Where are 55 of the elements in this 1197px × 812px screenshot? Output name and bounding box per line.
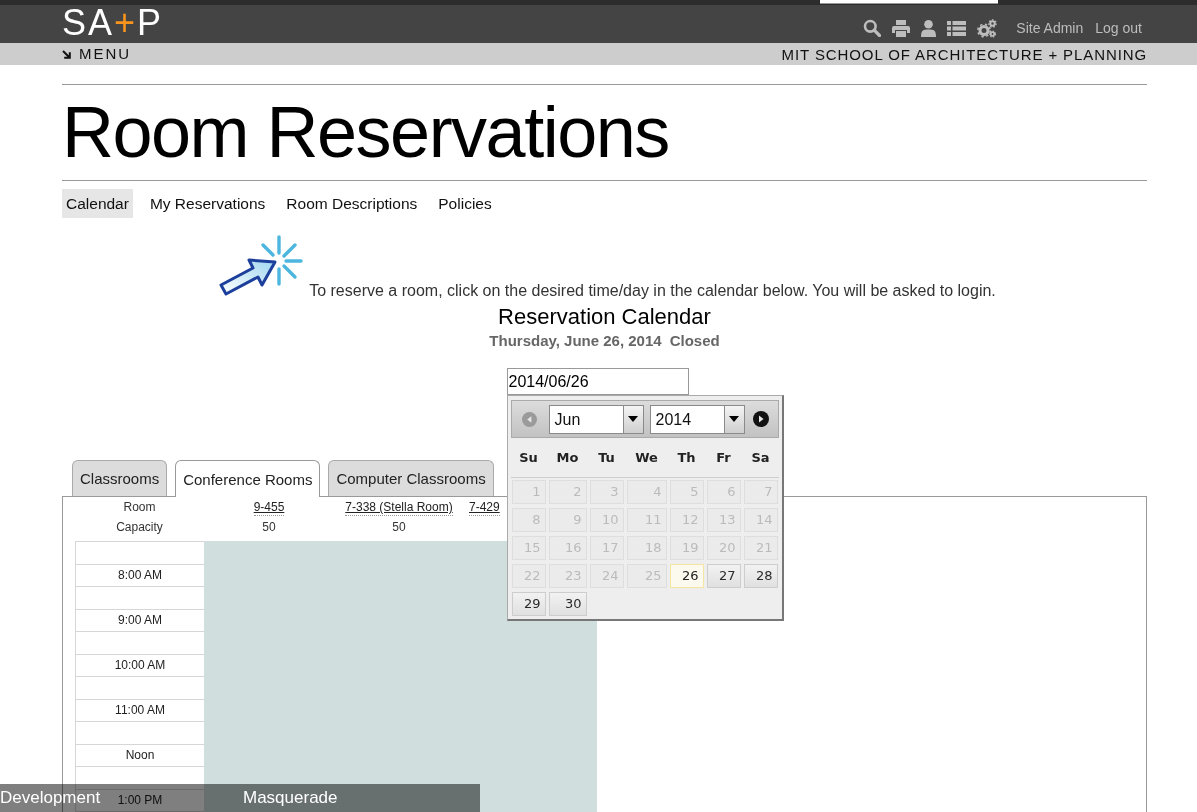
room-link[interactable]: 7-429 bbox=[469, 500, 500, 516]
weekday-label: Fr bbox=[715, 450, 732, 465]
weekday-label: Su bbox=[518, 450, 539, 465]
date-heading: Thursday, June 26, 2014 bbox=[489, 332, 662, 350]
weekday-label: Tu bbox=[597, 450, 616, 465]
status-label: Closed bbox=[669, 332, 720, 350]
printer-icon[interactable] bbox=[892, 19, 911, 37]
time-cell: 11:00 AM bbox=[76, 699, 204, 722]
instructions-text: To reserve a room, click on the desired time/day in the calendar below. You will be asked to login. bbox=[309, 282, 996, 300]
room-tab[interactable]: Computer Classrooms bbox=[328, 460, 494, 496]
room-link[interactable]: 9-455 bbox=[253, 500, 285, 516]
header-link[interactable]: Log out bbox=[1095, 20, 1142, 36]
weekday-label: Th bbox=[676, 450, 697, 465]
room-tab[interactable]: Classrooms bbox=[72, 460, 168, 496]
calendar-day[interactable]: 29 bbox=[511, 592, 546, 616]
site-logo[interactable]: SA+P bbox=[62, 5, 164, 41]
nav-tab[interactable]: Calendar bbox=[62, 189, 133, 218]
capacity-value: 50 bbox=[261, 519, 277, 536]
calendar-day[interactable]: 26 bbox=[669, 564, 704, 588]
time-cell: 10:00 AM bbox=[76, 654, 204, 677]
date-field[interactable]: 2014/06/26 bbox=[506, 368, 689, 395]
time-cell: 8:00 AM bbox=[76, 564, 204, 587]
room-header-label: Room bbox=[122, 499, 157, 516]
calendar-title: Reservation Calendar bbox=[497, 304, 712, 330]
calendar-day[interactable]: 28 bbox=[743, 564, 778, 588]
arrow-down-right-icon bbox=[62, 49, 71, 59]
list-icon[interactable] bbox=[947, 20, 967, 36]
capacity-value: 50 bbox=[391, 519, 407, 536]
person-icon[interactable] bbox=[921, 19, 937, 37]
calendar-day[interactable]: 30 bbox=[548, 592, 587, 616]
nav-tab[interactable]: My Reservations bbox=[145, 189, 270, 218]
weekday-label: We bbox=[634, 450, 659, 465]
room-tab[interactable]: Conference Rooms bbox=[175, 460, 321, 497]
weekday-label: Sa bbox=[750, 450, 771, 465]
nav-tab[interactable]: Room Descriptions bbox=[282, 189, 422, 218]
closed-schedule-area[interactable] bbox=[204, 541, 597, 812]
settings-icon[interactable] bbox=[977, 18, 998, 38]
page-title: Room Reservations bbox=[62, 91, 670, 174]
room-link[interactable]: 7-338 (Stella Room) bbox=[345, 500, 453, 516]
weekday-label: Mo bbox=[555, 450, 580, 465]
school-name: MIT SCHOOL OF ARCHITECTURE + PLANNING bbox=[781, 45, 1147, 63]
nav-tab[interactable]: Policies bbox=[434, 189, 496, 218]
menu-button[interactable]: MENU bbox=[62, 44, 132, 64]
capacity-header-label: Capacity bbox=[115, 519, 164, 536]
search-field[interactable] bbox=[820, 0, 998, 4]
search-icon[interactable] bbox=[863, 19, 882, 37]
caret-icon bbox=[729, 416, 739, 422]
caret-icon bbox=[628, 416, 638, 422]
calendar-day[interactable]: 27 bbox=[706, 564, 741, 588]
year-select[interactable]: 2014 bbox=[649, 404, 745, 434]
header-link[interactable]: Site Admin bbox=[1016, 20, 1084, 36]
time-cell: 9:00 AM bbox=[76, 609, 204, 632]
time-cell: Noon bbox=[76, 744, 204, 767]
dev-bar-tab[interactable]: Masquerade bbox=[235, 784, 480, 812]
month-select[interactable]: Jun bbox=[548, 404, 644, 434]
